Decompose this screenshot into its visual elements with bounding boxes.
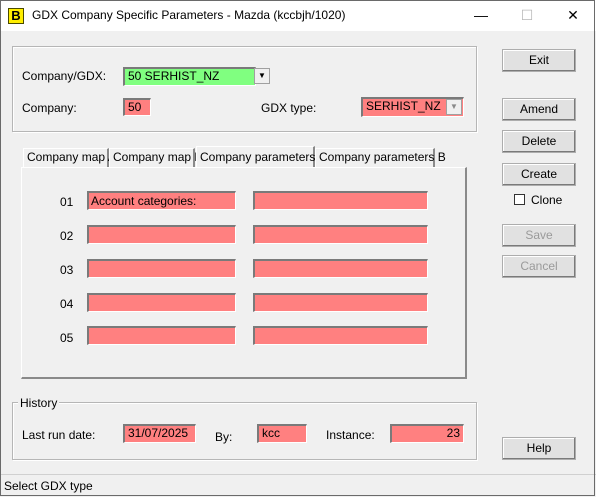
- clone-checkbox[interactable]: [514, 194, 525, 205]
- param-a-field[interactable]: [87, 293, 236, 312]
- app-icon: B: [8, 8, 24, 24]
- company-field[interactable]: 50: [123, 98, 151, 116]
- company-gdx-combobox[interactable]: 50 SERHIST_NZ: [123, 67, 256, 86]
- amend-button[interactable]: Amend: [502, 98, 576, 121]
- close-button[interactable]: ✕: [550, 0, 596, 31]
- cancel-button[interactable]: Cancel: [502, 255, 576, 278]
- company-gdx-label: Company/GDX:: [22, 69, 107, 83]
- instance-label: Instance:: [326, 428, 375, 442]
- param-row-number: 04: [60, 297, 74, 311]
- param-a-field[interactable]: [87, 326, 236, 345]
- by-field[interactable]: kcc: [257, 424, 307, 443]
- tab-company-parameters-a[interactable]: Company parameters A: [196, 146, 326, 168]
- param-a-field[interactable]: [87, 225, 236, 244]
- tab-company-map-a[interactable]: Company map A: [23, 148, 116, 167]
- param-row-number: 03: [60, 263, 74, 277]
- delete-button[interactable]: Delete: [502, 130, 576, 153]
- last-run-date-label: Last run date:: [22, 428, 96, 442]
- company-label: Company:: [22, 101, 77, 115]
- param-a-field[interactable]: Account categories:: [87, 191, 236, 210]
- company-group: [12, 46, 477, 132]
- maximize-button[interactable]: ☐: [504, 0, 550, 31]
- company-gdx-dropdown-button[interactable]: ▼: [254, 68, 270, 84]
- param-a-field[interactable]: [87, 259, 236, 278]
- param-row-number: 05: [60, 331, 74, 345]
- param-b-field[interactable]: [253, 259, 428, 278]
- gdx-type-dropdown-button[interactable]: ▼: [446, 99, 462, 115]
- param-b-field[interactable]: [253, 191, 428, 210]
- param-row-number: 02: [60, 229, 74, 243]
- param-row-number: 01: [60, 195, 74, 209]
- tab-company-parameters-b[interactable]: Company parameters B: [315, 148, 446, 167]
- by-label: By:: [215, 430, 233, 444]
- param-b-field[interactable]: [253, 293, 428, 312]
- minimize-button[interactable]: —: [458, 0, 504, 31]
- param-b-field[interactable]: [253, 225, 428, 244]
- instance-field[interactable]: 23: [390, 424, 464, 443]
- last-run-date-field[interactable]: 31/07/2025: [123, 424, 196, 443]
- param-b-field[interactable]: [253, 326, 428, 345]
- tab-company-map-b[interactable]: Company map B: [109, 148, 202, 167]
- help-button[interactable]: Help: [502, 437, 576, 460]
- history-group-label: History: [18, 396, 60, 410]
- window-title: GDX Company Specific Parameters - Mazda …: [32, 8, 346, 22]
- create-button[interactable]: Create: [502, 163, 576, 186]
- status-text: Select GDX type: [4, 479, 93, 493]
- save-button[interactable]: Save: [502, 224, 576, 247]
- clone-label: Clone: [531, 193, 563, 207]
- gdx-type-label: GDX type:: [261, 101, 317, 115]
- exit-button[interactable]: Exit: [502, 49, 576, 72]
